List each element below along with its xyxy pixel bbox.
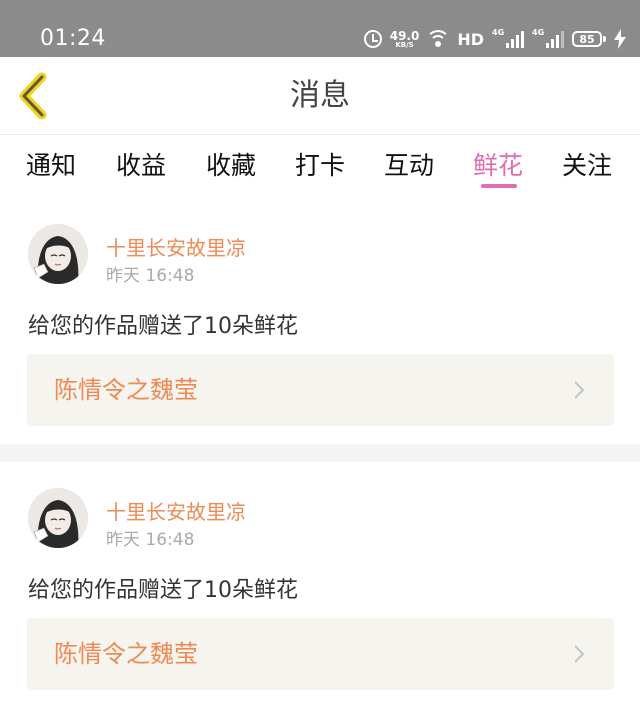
tab-bar: 通知 收益 收藏 打卡 互动 鲜花 关注 [0,136,640,196]
avatar[interactable] [28,488,88,548]
tab-earnings[interactable]: 收益 [116,146,166,182]
alarm-icon [363,30,382,48]
wifi-icon [427,30,450,48]
battery-level: 85 [572,31,602,47]
chevron-right-icon [574,381,585,399]
avatar[interactable] [28,224,88,284]
chevron-right-icon [574,645,585,663]
message-text: 给您的作品赠送了10朵鲜花 [28,314,298,339]
page-title: 消息 [290,78,350,113]
charging-icon [614,29,626,49]
work-title: 陈情令之魏莹 [54,376,198,404]
signal-label: 4G [532,28,545,37]
sender-name[interactable]: 十里长安故里凉 [106,496,246,525]
status-bar: 01:24 49.0 KB/S HD 4G 4G 85 [0,0,640,57]
sender-name[interactable]: 十里长安故里凉 [106,232,246,261]
signal-label: 4G [492,28,505,37]
header: 消息 [0,57,640,135]
work-link[interactable]: 陈情令之魏莹 [27,618,614,690]
message-item: 十里长安故里凉 昨天 16:48 给您的作品赠送了10朵鲜花 陈情令之魏莹 [0,462,640,711]
message-time: 昨天 16:48 [106,530,195,550]
status-icons: 49.0 KB/S HD 4G 4G 85 [363,26,626,52]
network-speed-unit: KB/S [395,40,414,49]
hd-label: HD [457,29,484,49]
network-speed-value: 49.0 [389,28,420,43]
active-tab-indicator [481,184,517,188]
message-item: 十里长安故里凉 昨天 16:48 给您的作品赠送了10朵鲜花 陈情令之魏莹 [0,198,640,444]
signal-icon: 4G [492,28,524,48]
tab-favorites[interactable]: 收藏 [206,146,256,182]
message-time: 昨天 16:48 [106,266,195,286]
avatar-image [28,224,88,284]
signal-icon: 4G [532,28,564,48]
section-divider [0,444,640,462]
avatar-image [28,488,88,548]
tab-interactions[interactable]: 互动 [384,146,434,182]
message-text: 给您的作品赠送了10朵鲜花 [28,578,298,603]
status-time: 01:24 [40,26,106,51]
network-speed: 49.0 KB/S [390,30,420,49]
work-title: 陈情令之魏莹 [54,640,198,668]
tab-checkin[interactable]: 打卡 [295,146,345,182]
work-link[interactable]: 陈情令之魏莹 [27,354,614,426]
tab-notifications[interactable]: 通知 [26,146,76,182]
tab-follows[interactable]: 关注 [562,146,612,182]
tab-flowers[interactable]: 鲜花 [473,146,523,182]
battery-icon: 85 [572,31,606,47]
